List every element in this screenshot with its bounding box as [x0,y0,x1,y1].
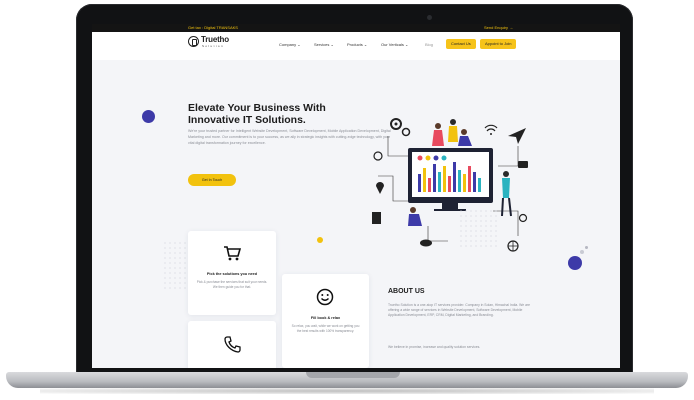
decor-dot-purple-right [568,256,582,270]
logo-icon [188,36,199,47]
screen: Get tax : Digital TRANSAKS Send Enquiry … [92,24,620,368]
decor-dot-purple [142,110,155,123]
nav-company[interactable]: Company ⌄ [279,42,301,47]
decor-dot-yellow [317,237,323,243]
nav-services[interactable]: Services ⌄ [314,42,334,47]
decor-dot-small [585,246,588,249]
service-card-desc: So relax, you wait, while we work on get… [291,324,360,333]
service-card-desc: Pick & purchase the services that suit y… [196,280,268,289]
service-card-relax[interactable]: Fill book & relax So relax, you wait, wh… [282,274,369,368]
navbar: Truetho Solution Company ⌄ Services ⌄ Pr… [92,32,620,60]
about-description-2: We believe in promise, increase and qual… [388,345,481,349]
wifi-icon [484,124,498,135]
send-icon [508,128,526,144]
cart-icon [224,246,241,261]
hero-illustration [372,118,528,252]
about-description: Truetho Solution is a one-stop IT servic… [388,303,531,318]
logo-tagline: Solution [202,44,225,48]
service-card-title: Fill book & relax [310,316,341,320]
contact-us-button[interactable]: Contact Us [446,39,476,49]
refresh-icon [373,151,383,161]
get-in-touch-button[interactable]: Get In Touch [188,174,236,186]
laptop-notch [306,372,400,378]
gear-icon [390,118,402,130]
service-card-pick[interactable]: Pick the solutions you need Pick & purch… [188,231,276,315]
decor-dot-grid-right [460,210,500,250]
phone-icon [224,336,241,353]
at-icon [518,213,528,223]
top-bar: Get tax : Digital TRANSAKS Send Enquiry … [92,24,620,32]
decor-dot-grey [580,250,584,254]
nav-products[interactable]: Products ⌄ [347,42,367,47]
service-card-title: Pick the solutions you need [206,272,258,276]
file-icon [372,212,381,224]
nav-verticals[interactable]: Our Verticals ⌄ [381,42,408,47]
laptop-shadow [40,388,654,394]
smile-icon [316,288,334,306]
hero-description: We're your trusted partner for Intellige… [188,129,391,145]
cloud-icon [420,239,432,247]
globe-icon [507,240,519,252]
logo-name: Truetho [201,35,229,44]
about-title: ABOUT US [388,288,425,295]
send-enquiry-link[interactable]: Send Enquiry → [484,25,513,30]
camera-icon [427,15,432,20]
service-card-call[interactable] [188,321,276,368]
gear-icon-small [401,127,411,137]
nav-blog[interactable]: Blog [425,42,433,47]
laptop-base [6,372,688,388]
location-icon [376,182,384,194]
appoint-button[interactable]: Appoint to Join [480,39,517,49]
top-bar-contact[interactable]: Get tax : Digital TRANSAKS [188,25,238,30]
chat-icon [518,161,528,168]
